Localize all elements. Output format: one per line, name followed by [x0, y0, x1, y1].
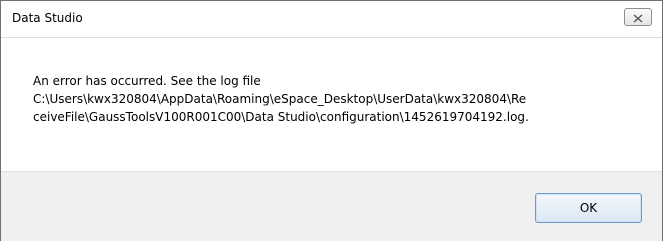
- ok-button[interactable]: OK: [535, 193, 642, 223]
- close-button[interactable]: [624, 8, 652, 26]
- message-line: ceiveFile\GaussToolsV100R001C00\Data Stu…: [33, 110, 529, 124]
- window-title: Data Studio: [12, 11, 83, 25]
- title-bar: Data Studio: [1, 1, 662, 38]
- message-line: An error has occurred. See the log file: [33, 74, 261, 88]
- error-dialog: Data Studio An error has occurred. See t…: [0, 0, 663, 241]
- error-message: An error has occurred. See the log file …: [33, 72, 633, 126]
- message-line: C:\Users\kwx320804\AppData\Roaming\eSpac…: [33, 92, 527, 106]
- close-icon: [633, 8, 643, 27]
- button-bar: OK: [1, 171, 662, 241]
- message-area: An error has occurred. See the log file …: [1, 38, 662, 171]
